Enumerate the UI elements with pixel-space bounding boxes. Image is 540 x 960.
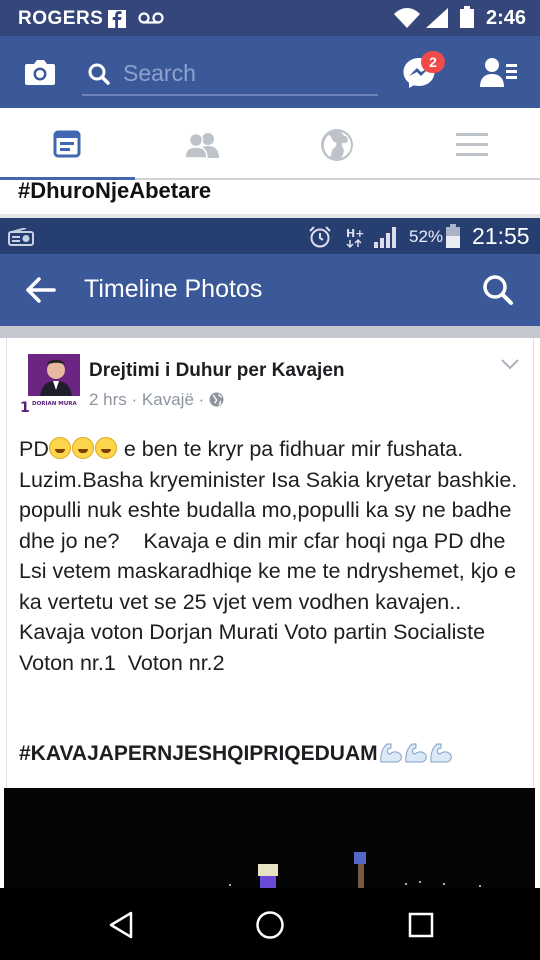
android-nav-bar <box>0 888 540 960</box>
timeline-title: Timeline Photos <box>84 275 263 303</box>
search-placeholder: Search <box>123 60 196 86</box>
signal-icon <box>426 8 448 28</box>
avatar-text: DORIAN MURA <box>32 401 77 407</box>
timeline-search-icon[interactable] <box>482 274 514 306</box>
post-hashtag[interactable]: #KAVAJAPERNJESHQIPRIQEDUAM <box>19 742 453 766</box>
recents-square-icon[interactable] <box>408 912 434 938</box>
alarm-icon <box>309 226 331 248</box>
grinning-emoji-icon <box>48 437 71 459</box>
battery-icon <box>460 6 474 28</box>
facebook-header: Search <box>0 36 540 108</box>
tab-news-feed-icon[interactable] <box>53 130 81 158</box>
flexed-biceps-emoji-icon <box>379 743 402 763</box>
post-location[interactable]: Kavajë <box>142 390 194 409</box>
carrier-name: ROGERS <box>18 8 104 29</box>
outer-status-bar: ROGERS 2:46 <box>0 0 540 36</box>
grinning-emoji-icon <box>71 437 94 459</box>
meta-dot: · <box>131 390 142 409</box>
post-caption-hashtag[interactable]: #DhuroNjeAbetare <box>18 178 211 204</box>
svg-text:H+: H+ <box>346 227 364 240</box>
wifi-icon <box>394 8 420 28</box>
post-text-prefix: PD <box>19 437 49 461</box>
camera-icon[interactable] <box>24 58 56 86</box>
post-meta: 2 hrs · Kavajë · <box>89 390 224 410</box>
section-separator <box>0 326 540 338</box>
signal-bars-icon <box>374 227 396 248</box>
post-time[interactable]: 2 hrs <box>89 390 127 409</box>
clock: 2:46 <box>485 7 526 29</box>
meta-dot: · <box>198 390 210 409</box>
post-text-body: e ben te kryr pa fidhuar mir fushata. Lu… <box>19 437 518 675</box>
search-icon <box>88 63 110 85</box>
tab-notifications-globe-icon[interactable] <box>320 128 354 162</box>
battery-percent: 52% <box>409 227 444 246</box>
post-text: PD e ben te kryr pa fidhuar mir fushata.… <box>19 434 529 678</box>
hplus-data-icon: H+ <box>346 227 364 248</box>
flexed-biceps-emoji-icon <box>404 743 427 763</box>
public-globe-icon <box>209 392 224 407</box>
radio-icon <box>8 228 34 246</box>
tab-menu-icon[interactable] <box>456 132 488 158</box>
post-hashtag-text[interactable]: #KAVAJAPERNJESHQIPRIQEDUAM <box>19 742 378 765</box>
battery-icon-inner <box>446 224 460 248</box>
home-circle-icon[interactable] <box>255 910 285 940</box>
timeline-photos-header: Timeline Photos <box>0 254 540 326</box>
search-field[interactable]: Search <box>82 52 378 96</box>
page-name[interactable]: Drejtimi i Duhur per Kavajen <box>89 360 345 382</box>
voicemail-icon <box>138 12 164 24</box>
inner-clock: 21:55 <box>472 223 530 249</box>
inner-status-bar: H+ 52% 21:55 <box>0 218 540 254</box>
post-options-chevron-icon[interactable] <box>500 357 520 371</box>
night-city-photo <box>4 788 535 888</box>
avatar-image: 1 DORIAN MURA <box>18 354 80 416</box>
back-triangle-icon[interactable] <box>108 911 134 939</box>
page-avatar[interactable]: 1 DORIAN MURA <box>18 354 80 416</box>
messages-badge: 2 <box>421 51 445 73</box>
friend-requests-icon[interactable] <box>480 56 518 88</box>
flexed-biceps-emoji-icon <box>429 743 452 763</box>
svg-text:1: 1 <box>20 400 30 416</box>
tab-friends-icon[interactable] <box>184 132 220 158</box>
tab-bar <box>0 108 540 180</box>
grinning-emoji-icon <box>94 437 117 459</box>
post-photo[interactable] <box>4 788 535 888</box>
back-arrow-icon[interactable] <box>26 277 56 303</box>
facebook-notification-icon <box>108 10 126 28</box>
